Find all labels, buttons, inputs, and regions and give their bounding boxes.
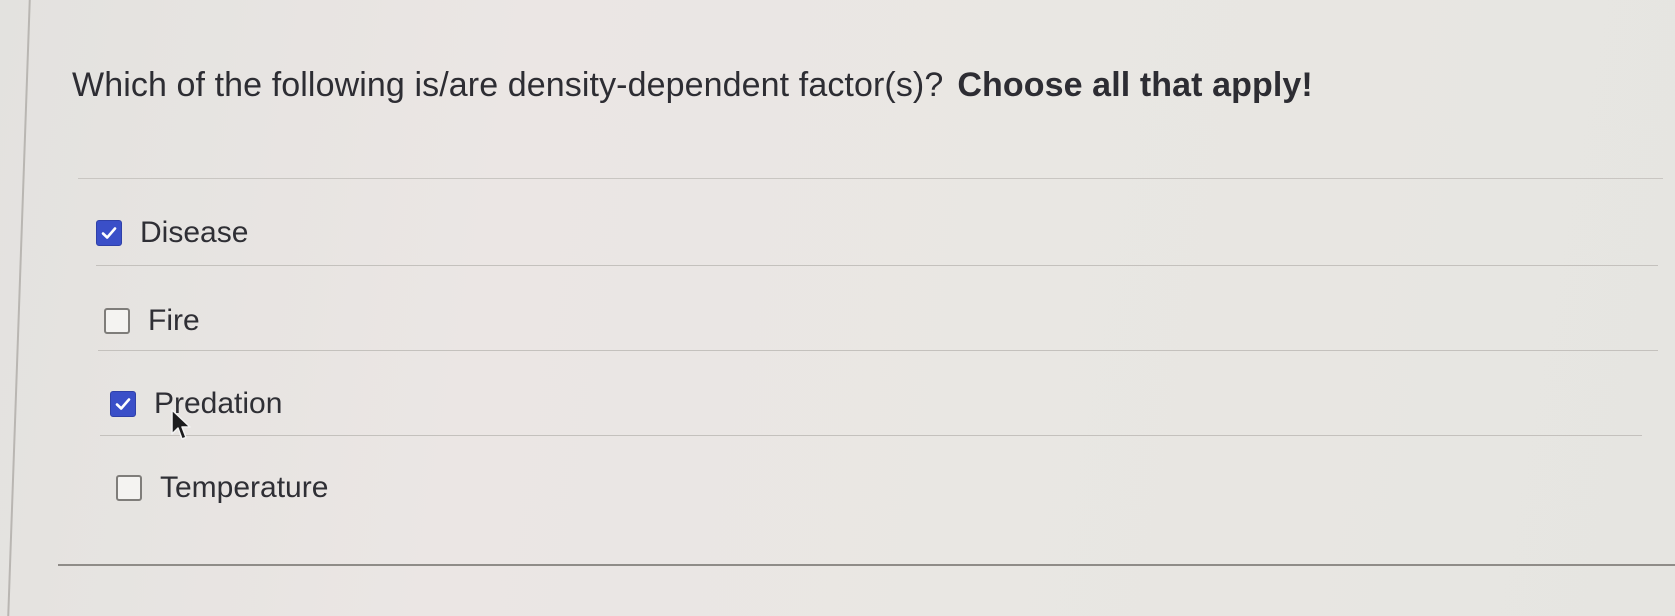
option-label: Fire [148, 304, 200, 337]
panel-bottom-border [58, 564, 1675, 566]
question-prompt: Which of the following is/are density-de… [72, 66, 944, 104]
option-fire[interactable]: Fire [104, 304, 200, 338]
mouse-pointer-icon [171, 409, 191, 440]
checkmark-icon [115, 398, 131, 410]
option-label: Disease [140, 216, 249, 249]
checkbox-fire[interactable] [104, 308, 130, 334]
option-disease[interactable]: Disease [96, 216, 248, 250]
checkmark-icon [101, 227, 117, 239]
divider [98, 350, 1658, 351]
checkbox-predation[interactable] [110, 391, 136, 417]
question-text: Which of the following is/are density-de… [72, 66, 1313, 105]
option-temperature[interactable]: Temperature [116, 471, 328, 505]
option-predation[interactable]: Predation [110, 387, 282, 421]
panel-left-border [7, 0, 31, 616]
divider [96, 265, 1658, 266]
divider [100, 435, 1642, 436]
question-instruction: Choose all that apply! [957, 66, 1313, 104]
checkbox-temperature[interactable] [116, 475, 142, 501]
option-label: Temperature [160, 471, 329, 504]
divider [78, 178, 1663, 179]
quiz-screen: Which of the following is/are density-de… [0, 0, 1675, 616]
checkbox-disease[interactable] [96, 220, 122, 246]
